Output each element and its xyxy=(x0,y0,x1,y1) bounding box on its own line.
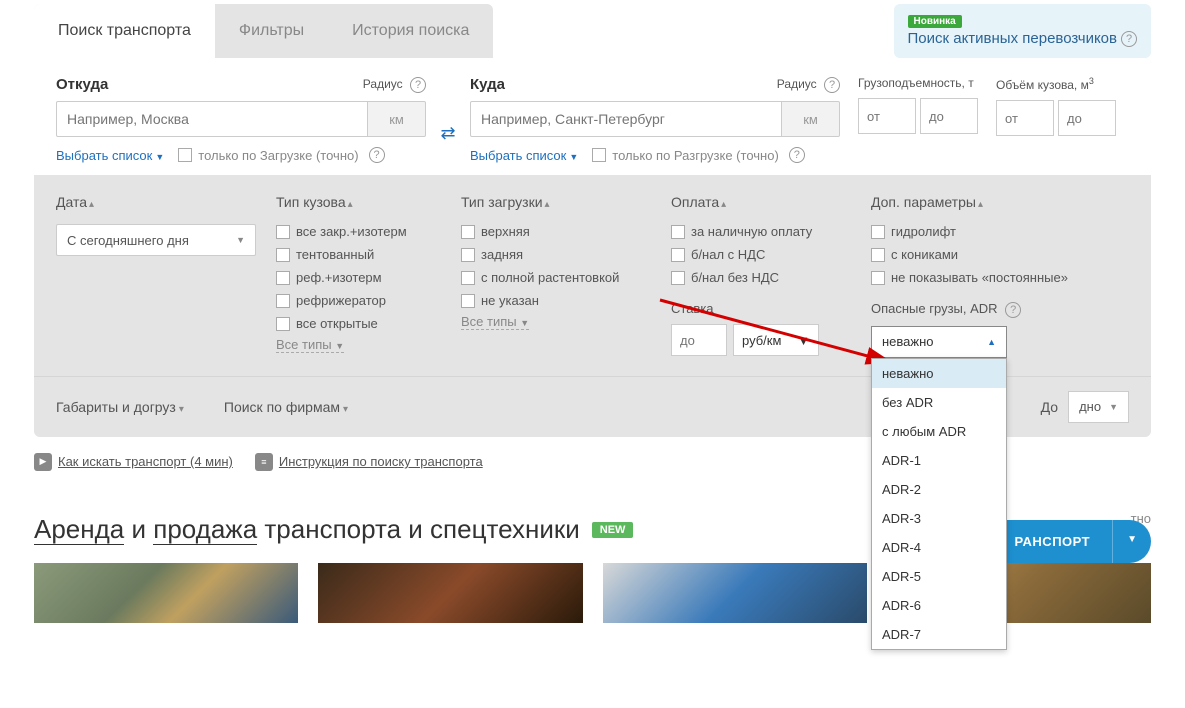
search-transport-button[interactable]: РАНСПОРТ xyxy=(993,520,1113,563)
body-type-checkbox[interactable]: рефрижератор xyxy=(276,293,441,308)
extra-checkbox[interactable]: гидролифт xyxy=(871,224,1129,239)
listing-thumb[interactable] xyxy=(34,563,298,623)
payment-checkbox[interactable]: б/нал без НДС xyxy=(671,270,851,285)
main-tabs: Поиск транспорта Фильтры История поиска xyxy=(34,4,493,58)
from-block: Откуда Радиус ? км Выбрать список▼ тольк… xyxy=(56,76,426,163)
load-all-types[interactable]: Все типы ▼ xyxy=(461,314,529,330)
to-radius-label: Радиус xyxy=(777,77,817,91)
load-type-checkbox[interactable]: верхняя xyxy=(461,224,651,239)
load-type-checkbox[interactable]: с полной растентовкой xyxy=(461,270,651,285)
found-dropdown[interactable]: дно▼ xyxy=(1068,391,1129,423)
adr-option[interactable]: ADR-1 xyxy=(872,446,1006,475)
heading-sale[interactable]: продажа xyxy=(153,514,257,545)
adr-option[interactable]: без ADR xyxy=(872,388,1006,417)
from-exact-checkbox[interactable]: только по Загрузке (точно)? xyxy=(178,147,384,163)
payment-title: Оплата xyxy=(671,194,719,210)
listing-thumb[interactable] xyxy=(603,563,867,623)
adr-title: Опасные грузы, ADR xyxy=(871,301,998,316)
to-input[interactable] xyxy=(470,101,782,137)
volume-block: Объём кузова, м3 xyxy=(996,76,1116,163)
body-type-column: Тип кузова▴ все закр.+изотермтентованный… xyxy=(276,194,441,358)
payment-column: Оплата▴ за наличную оплатуб/нал с НДСб/н… xyxy=(671,194,851,358)
load-type-column: Тип загрузки▴ верхняязадняяс полной раст… xyxy=(461,194,651,358)
found-label-partial: До xyxy=(1041,399,1058,415)
adr-option[interactable]: ADR-2 xyxy=(872,475,1006,504)
body-type-checkbox[interactable]: все открытые xyxy=(276,316,441,331)
extra-checkbox[interactable]: с кониками xyxy=(871,247,1129,262)
novinka-badge: Новинка xyxy=(908,15,962,28)
new-badge: NEW xyxy=(592,522,634,538)
from-input[interactable] xyxy=(56,101,368,137)
adr-option[interactable]: ADR-6 xyxy=(872,591,1006,620)
load-type-checkbox[interactable]: задняя xyxy=(461,247,651,262)
rate-title: Ставка xyxy=(671,301,851,316)
from-select-list[interactable]: Выбрать список▼ xyxy=(56,148,164,163)
extra-title: Доп. параметры xyxy=(871,194,976,210)
tab-history[interactable]: История поиска xyxy=(328,4,493,58)
payment-checkbox[interactable]: б/нал с НДС xyxy=(671,247,851,262)
body-type-title: Тип кузова xyxy=(276,194,346,210)
adr-menu: неважнобез ADRс любым ADRADR-1ADR-2ADR-3… xyxy=(871,358,1007,650)
volume-label: Объём кузова, м xyxy=(996,78,1089,92)
listing-thumb[interactable] xyxy=(318,563,582,623)
play-icon: ▶ xyxy=(34,453,52,471)
heading-rent[interactable]: Аренда xyxy=(34,514,124,545)
firms-toggle[interactable]: Поиск по фирмам▾ xyxy=(224,399,348,415)
to-exact-checkbox[interactable]: только по Разгрузке (точно)? xyxy=(592,147,805,163)
volume-to[interactable] xyxy=(1058,100,1116,136)
tab-filters[interactable]: Фильтры xyxy=(215,4,328,58)
from-km[interactable]: км xyxy=(368,101,426,137)
help-icon[interactable]: ? xyxy=(1005,302,1021,318)
date-column: Дата▴ С сегодняшнего дня▼ xyxy=(56,194,256,358)
swap-icon[interactable]: ⇄ xyxy=(426,76,470,163)
to-block: Куда Радиус ? км Выбрать список▼ только … xyxy=(470,76,840,163)
tab-search[interactable]: Поиск транспорта xyxy=(34,4,215,58)
date-title: Дата xyxy=(56,194,87,210)
adr-dropdown[interactable]: неважно▲ xyxy=(871,326,1007,358)
volume-from[interactable] xyxy=(996,100,1054,136)
from-title: Откуда xyxy=(56,76,108,93)
adr-option[interactable]: ADR-3 xyxy=(872,504,1006,533)
help-manual[interactable]: ≡ Инструкция по поиску транспорта xyxy=(255,453,483,471)
adr-option[interactable]: неважно xyxy=(872,359,1006,388)
body-type-checkbox[interactable]: тентованный xyxy=(276,247,441,262)
extra-column: Доп. параметры▴ гидролифтс коникамине по… xyxy=(871,194,1129,358)
help-icon[interactable]: ? xyxy=(369,147,385,163)
body-all-types[interactable]: Все типы ▼ xyxy=(276,337,344,353)
extra-checkbox[interactable]: не показывать «постоянные» xyxy=(871,270,1129,285)
adr-option[interactable]: с любым ADR xyxy=(872,417,1006,446)
novinka-text: Поиск активных перевозчиков xyxy=(908,30,1118,47)
doc-icon: ≡ xyxy=(255,453,273,471)
search-button-row: РАНСПОРТ ▼ xyxy=(993,520,1152,563)
adr-option[interactable]: ADR-5 xyxy=(872,562,1006,591)
help-video[interactable]: ▶ Как искать транспорт (4 мин) xyxy=(34,453,233,471)
capacity-from[interactable] xyxy=(858,98,916,134)
body-type-checkbox[interactable]: все закр.+изотерм xyxy=(276,224,441,239)
section-heading: Аренда и продажа транспорта и спецтехник… xyxy=(34,514,580,545)
to-km[interactable]: км xyxy=(782,101,840,137)
search-button-dropdown[interactable]: ▼ xyxy=(1112,520,1151,563)
body-type-checkbox[interactable]: реф.+изотерм xyxy=(276,270,441,285)
help-icon[interactable]: ? xyxy=(1121,31,1137,47)
help-icon[interactable]: ? xyxy=(789,147,805,163)
found-block: До дно▼ xyxy=(1041,391,1129,423)
adr-option[interactable]: ADR-7 xyxy=(872,620,1006,649)
adr-option[interactable]: ADR-4 xyxy=(872,533,1006,562)
load-type-title: Тип загрузки xyxy=(461,194,543,210)
capacity-block: Грузоподъемность, т xyxy=(858,76,978,163)
from-radius-label: Радиус xyxy=(363,77,403,91)
rate-unit-select[interactable]: руб/км▼ xyxy=(733,324,819,356)
capacity-to[interactable] xyxy=(920,98,978,134)
rate-to-input[interactable] xyxy=(671,324,727,356)
novinka-panel[interactable]: Новинка Поиск активных перевозчиков? xyxy=(894,4,1152,58)
dims-toggle[interactable]: Габариты и догруз▾ xyxy=(56,399,184,415)
date-dropdown[interactable]: С сегодняшнего дня▼ xyxy=(56,224,256,256)
capacity-label: Грузоподъемность, т xyxy=(858,76,978,90)
help-icon[interactable]: ? xyxy=(410,77,426,93)
load-type-checkbox[interactable]: не указан xyxy=(461,293,651,308)
to-select-list[interactable]: Выбрать список▼ xyxy=(470,148,578,163)
help-icon[interactable]: ? xyxy=(824,77,840,93)
to-title: Куда xyxy=(470,76,505,93)
payment-checkbox[interactable]: за наличную оплату xyxy=(671,224,851,239)
